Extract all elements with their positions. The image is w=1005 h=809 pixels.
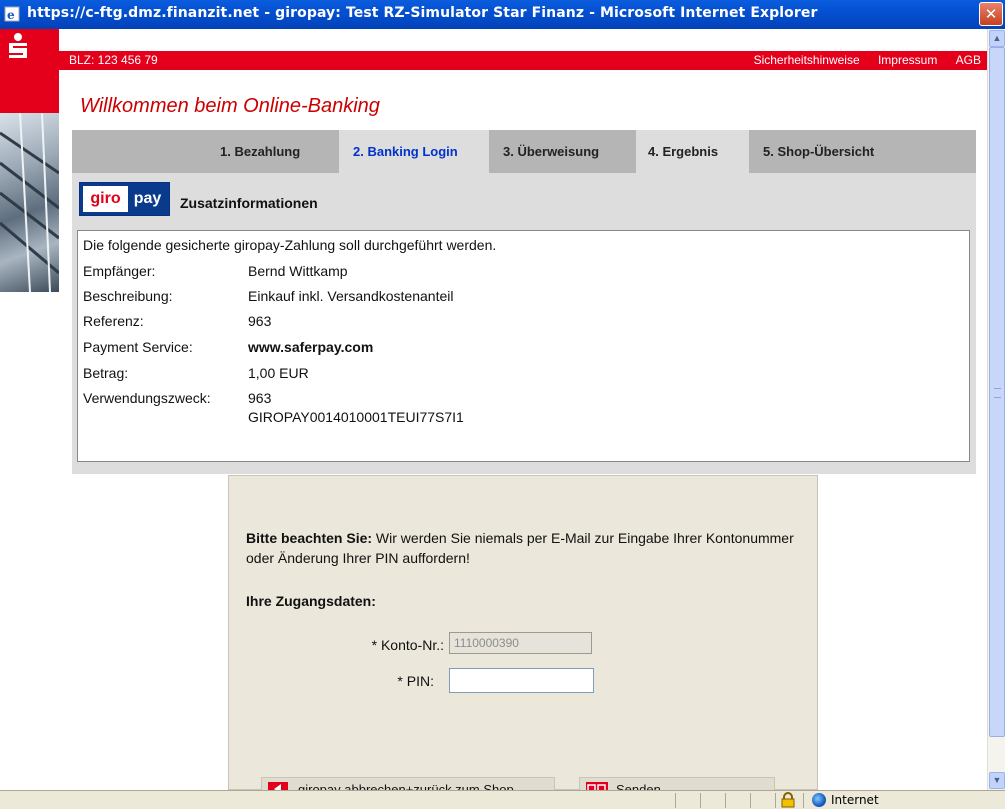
detail-value: Bernd Wittkamp [248,263,348,279]
back-arrow-icon [268,782,288,790]
payment-info-panel: giro pay Zusatzinformationen Die folgend… [72,173,976,474]
detail-label: Referenz: [83,313,144,329]
link-agb[interactable]: AGB [956,53,981,67]
window-close-button[interactable]: ✕ [979,2,1003,26]
link-sicherheitshinweise[interactable]: Sicherheitshinweise [754,53,860,67]
login-panel: Bitte beachten Sie: Wir werden Sie niema… [228,475,818,790]
send-button[interactable]: Senden [579,777,775,790]
payment-details-box: Die folgende gesicherte giropay-Zahlung … [77,230,970,462]
credentials-heading: Ihre Zugangsdaten: [246,593,376,609]
detail-value: Einkauf inkl. Versandkostenanteil [248,288,454,304]
header-links: Sicherheitshinweise Impressum AGB [739,53,981,67]
lock-icon [781,792,795,808]
cancel-button-label: giropay abbrechen+zurück zum Shop [298,782,514,790]
status-separator [750,793,751,808]
security-notice: Bitte beachten Sie: Wir werden Sie niema… [246,528,811,568]
info-heading: Zusatzinformationen [180,195,318,211]
building-image-icon [0,113,59,292]
giropay-logo: giro pay [79,182,170,216]
scrollbar-thumb[interactable] [989,47,1005,737]
status-separator [803,793,804,808]
tab-banking-login[interactable]: 2. Banking Login [339,130,489,173]
status-bar: Internet [0,790,1005,809]
bank-code: BLZ: 123 456 79 [69,53,158,67]
detail-value: 1,00 EUR [248,365,309,381]
detail-value: 963 [248,313,272,329]
security-zone-label: Internet [831,793,879,807]
status-separator [775,793,776,808]
detail-value: 963 [248,390,272,406]
status-separator [675,793,676,808]
detail-label: Payment Service: [83,339,193,355]
detail-label: Empfänger: [83,263,156,279]
status-separator [725,793,726,808]
link-impressum[interactable]: Impressum [878,53,937,67]
browser-viewport: BLZ: 123 456 79 Sicherheitshinweise Impr… [0,29,987,790]
tab-shop-uebersicht[interactable]: 5. Shop-Übersicht [763,130,923,173]
cancel-button[interactable]: giropay abbrechen+zurück zum Shop [261,777,555,790]
status-separator [700,793,701,808]
detail-label: Betrag: [83,365,129,381]
scrollbar-grip-icon [994,388,1001,398]
tab-ergebnis[interactable]: 4. Ergebnis [636,130,749,173]
tab-bezahlung[interactable]: 1. Bezahlung [220,130,335,173]
giropay-logo-giro: giro [83,186,128,212]
tab-ueberweisung[interactable]: 3. Überweisung [503,130,633,173]
giropay-logo-pay: pay [133,190,162,207]
step-tabs: 1. Bezahlung 2. Banking Login 3. Überwei… [72,130,976,173]
window-title: https://c-ftg.dmz.finanzit.net - giropay… [27,5,818,21]
sparkasse-logo [0,29,59,113]
scroll-down-arrow-icon[interactable]: ▼ [989,772,1005,789]
globe-icon [812,793,826,807]
detail-label: Beschreibung: [83,288,173,304]
scroll-up-arrow-icon[interactable]: ▲ [989,30,1005,47]
konto-label: * Konto-Nr.: [371,637,444,653]
svg-text:e: e [7,8,15,22]
vertical-scrollbar[interactable]: ▲ ▼ [987,29,1005,790]
page-title: Willkommen beim Online-Banking [80,95,380,117]
detail-value-line2: GIROPAY0014010001TEUI77S7I1 [248,409,464,425]
send-icon [586,782,608,790]
security-notice-label: Bitte beachten Sie: [246,530,373,546]
pin-label: * PIN: [397,673,434,689]
send-button-label: Senden [616,782,661,790]
header-photo [0,113,59,292]
header-bar: BLZ: 123 456 79 Sicherheitshinweise Impr… [59,51,987,70]
pin-input[interactable] [449,668,594,693]
window-titlebar: e https://c-ftg.dmz.finanzit.net - girop… [0,0,1005,29]
konto-nr-input[interactable] [449,632,592,654]
payment-intro-text: Die folgende gesicherte giropay-Zahlung … [83,237,497,253]
internet-explorer-icon: e [4,6,20,22]
detail-label: Verwendungszweck: [83,390,211,406]
sparkasse-logo-icon [9,33,27,58]
detail-value: www.saferpay.com [248,339,374,355]
